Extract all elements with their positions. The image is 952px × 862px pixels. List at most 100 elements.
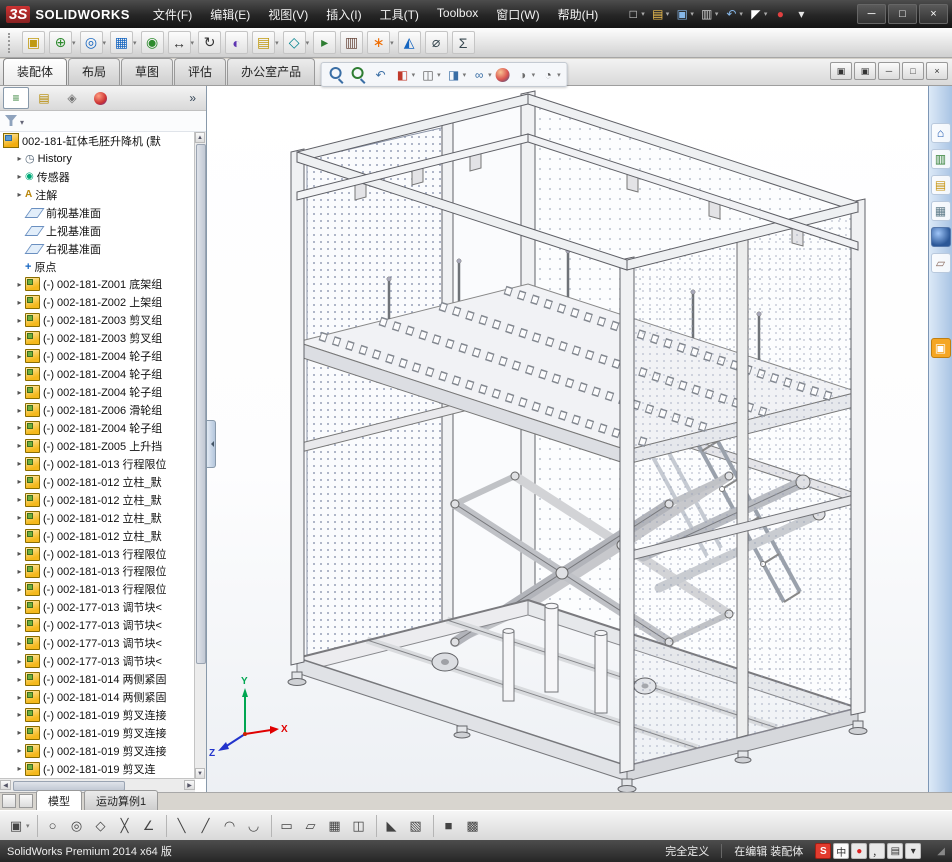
toolbar-grip[interactable]	[8, 32, 14, 53]
doc-next-window-icon[interactable]: ▣	[854, 62, 876, 80]
dropdown-caret-icon[interactable]	[191, 39, 195, 47]
design-library-icon[interactable]: ▥	[930, 149, 951, 169]
tree-item[interactable]: ▸ (-) 002-181-Z003 剪叉组	[0, 311, 195, 329]
tree-expander[interactable]: ▸	[14, 585, 25, 594]
command-tab[interactable]: 装配体	[3, 58, 68, 85]
forum-icon[interactable]: ▣	[930, 338, 951, 358]
menu-item[interactable]: 帮助(H)	[549, 1, 608, 28]
toolbar-button[interactable]: ◭	[397, 30, 422, 55]
tree-item[interactable]: ▸ (-) 002-181-012 立柱_默	[0, 491, 195, 509]
tree-expander[interactable]: ▸	[14, 710, 25, 719]
tree-expander[interactable]: ▸	[14, 764, 25, 773]
scroll-down-icon[interactable]	[195, 768, 205, 779]
model-tab[interactable]: 模型	[36, 790, 82, 810]
toolbar-button[interactable]: Σ	[451, 30, 476, 55]
pane-splitter-box[interactable]	[19, 794, 33, 808]
sketch-toolbar-button[interactable]: ◣	[375, 814, 403, 837]
toolbar-button[interactable]: ▸	[312, 30, 337, 55]
tree-expander[interactable]: ▸	[14, 316, 25, 325]
ime-punctuation-icon[interactable]: ，	[869, 843, 886, 859]
tree-vertical-scrollbar[interactable]	[194, 132, 206, 779]
view-palette-icon[interactable]: ▦	[930, 201, 951, 221]
tree-expander[interactable]: ▸	[14, 190, 25, 199]
dropdown-caret-icon[interactable]	[26, 822, 30, 830]
scroll-left-icon[interactable]	[0, 780, 11, 790]
menu-item[interactable]: 插入(I)	[317, 1, 370, 28]
graphics-viewport[interactable]: Y X Z	[207, 86, 928, 792]
panel-expand-button[interactable]: »	[182, 91, 203, 105]
headsup-button[interactable]	[494, 67, 512, 82]
dropdown-caret-icon[interactable]	[764, 10, 768, 18]
tree-item[interactable]: ▸ (-) 002-181-Z001 底架组	[0, 276, 195, 294]
tree-item[interactable]: ▸ (-) 002-177-013 调节块<	[0, 598, 195, 616]
doc-previous-window-icon[interactable]: ▣	[830, 62, 852, 80]
quick-access-button[interactable]: ▣	[672, 5, 696, 23]
headsup-button[interactable]: ∞	[468, 66, 494, 84]
doc-close-icon[interactable]: ×	[926, 62, 948, 80]
dropdown-caret-icon[interactable]	[103, 39, 107, 47]
toolbar-button[interactable]: ▣	[21, 30, 46, 55]
command-tab[interactable]: 草图	[121, 58, 174, 85]
sketch-toolbar-button[interactable]: ◡	[243, 815, 265, 837]
panel-collapse-handle[interactable]	[207, 420, 216, 468]
command-tab[interactable]: 布局	[68, 58, 121, 85]
tree-item[interactable]: ▸ ◷ History	[0, 150, 195, 168]
dropdown-caret-icon[interactable]	[557, 71, 561, 79]
filter-icon[interactable]	[5, 115, 17, 127]
tree-item[interactable]: ▸ (-) 002-181-012 立柱_默	[0, 527, 195, 545]
scroll-up-icon[interactable]	[195, 132, 205, 143]
menu-item[interactable]: 工具(T)	[371, 1, 428, 28]
dropdown-caret-icon[interactable]	[715, 10, 719, 18]
scrollbar-thumb[interactable]	[196, 144, 206, 664]
tree-item[interactable]: ▸ (-) 002-181-019 剪叉连接	[0, 742, 195, 760]
headsup-button[interactable]: ↶	[370, 66, 392, 84]
sketch-toolbar-button[interactable]: ▣	[5, 815, 31, 837]
tree-item[interactable]: ▸ (-) 002-181-Z004 轮子组	[0, 365, 195, 383]
sketch-toolbar-button[interactable]: ▩	[462, 815, 484, 837]
sketch-toolbar-button[interactable]: ∠	[138, 815, 160, 837]
tree-item[interactable]: ▸ (-) 002-177-013 调节块<	[0, 634, 195, 652]
minimize-button[interactable]: ─	[857, 4, 886, 24]
sketch-toolbar-button[interactable]: ◇	[90, 815, 112, 837]
tree-expander[interactable]: ▸	[14, 513, 25, 522]
sketch-toolbar-button[interactable]: ◫	[348, 815, 370, 837]
filter-caret-icon[interactable]	[20, 112, 24, 130]
tree-item[interactable]: ▸ (-) 002-181-019 剪叉连	[0, 760, 195, 778]
toolbar-button[interactable]: ▤	[251, 30, 280, 55]
tree-expander[interactable]: ▸	[14, 388, 25, 397]
close-button[interactable]: ×	[919, 4, 948, 24]
sketch-toolbar-button[interactable]: ╳	[114, 815, 136, 837]
tree-expander[interactable]: ▸	[14, 334, 25, 343]
tree-item[interactable]: ▸ (-) 002-181-Z004 轮子组	[0, 383, 195, 401]
tree-item[interactable]: 右视基准面	[0, 240, 195, 258]
headsup-button[interactable]: ◧	[392, 66, 418, 84]
tree-item[interactable]: ▸ (-) 002-181-Z002 上架组	[0, 293, 195, 311]
tree-expander[interactable]: ▸	[14, 639, 25, 648]
scroll-right-icon[interactable]	[184, 780, 195, 790]
tree-expander[interactable]: ▸	[14, 154, 25, 163]
tree-item[interactable]: ▸ ◉ 传感器	[0, 168, 195, 186]
tree-expander[interactable]: ▸	[14, 298, 25, 307]
tree-item[interactable]: ▸ (-) 002-181-019 剪叉连接	[0, 724, 195, 742]
tree-expander[interactable]: ▸	[14, 172, 25, 181]
dropdown-caret-icon[interactable]	[437, 71, 441, 79]
quick-access-button[interactable]: ▾	[791, 5, 811, 23]
tree-expander[interactable]: ▸	[14, 549, 25, 558]
tree-item[interactable]: ▸ (-) 002-181-013 行程限位	[0, 545, 195, 563]
tree-expander[interactable]: ▸	[14, 441, 25, 450]
tree-root-item[interactable]: 002-181-缸体毛胚升降机 (默	[0, 132, 195, 150]
sketch-toolbar-button[interactable]: ◠	[219, 815, 241, 837]
quick-access-button[interactable]: ●	[770, 5, 790, 23]
tree-item[interactable]: ▸ (-) 002-181-014 两侧紧固	[0, 670, 195, 688]
ime-sogou-icon[interactable]: S	[815, 843, 832, 859]
doc-minimize-icon[interactable]: ─	[878, 62, 900, 80]
maximize-button[interactable]: □	[888, 4, 917, 24]
tree-item[interactable]: ▸ (-) 002-181-019 剪叉连接	[0, 706, 195, 724]
menu-item[interactable]: Toolbox	[428, 1, 487, 28]
toolbar-button[interactable]: ◇	[282, 30, 311, 55]
custom-properties-icon[interactable]: ▱	[930, 253, 951, 273]
headsup-button[interactable]: ◨	[443, 66, 469, 84]
pane-splitter-box[interactable]	[2, 794, 16, 808]
file-explorer-icon[interactable]: ▤	[930, 175, 951, 195]
sketch-toolbar-button[interactable]: ■	[432, 814, 460, 837]
